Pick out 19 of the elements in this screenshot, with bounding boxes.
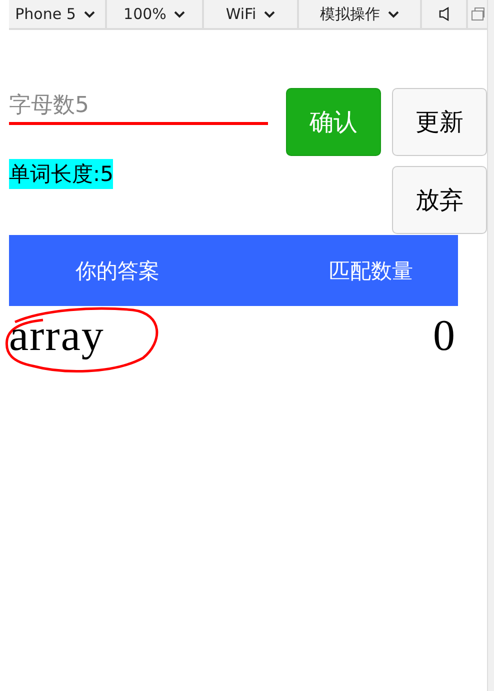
- input-field[interactable]: 字母数5: [9, 88, 268, 125]
- scrollbar[interactable]: [487, 0, 494, 691]
- action-button[interactable]: 放弃: [392, 166, 487, 234]
- column-header: 匹配数量: [328, 258, 413, 284]
- chevron-down-icon: [264, 10, 276, 18]
- toolbar-dropdown[interactable]: 100%: [107, 0, 204, 28]
- action-button[interactable]: 更新: [392, 88, 487, 156]
- table-cell: 0: [433, 310, 456, 360]
- chevron-down-icon: [388, 10, 399, 18]
- chevron-down-icon: [84, 10, 95, 18]
- speaker-icon[interactable]: [439, 7, 449, 21]
- toolbar-dropdown[interactable]: Phone 5: [9, 0, 107, 28]
- window-icon[interactable]: [471, 7, 485, 21]
- chevron-down-icon: [174, 10, 186, 18]
- word-length-label: 单词长度:5: [9, 159, 114, 189]
- column-header: 你的答案: [75, 258, 160, 284]
- table-cell: array: [9, 310, 104, 360]
- toolbar-dropdown[interactable]: 模拟操作: [299, 0, 422, 28]
- toolbar-dropdown[interactable]: WiFi: [204, 0, 299, 28]
